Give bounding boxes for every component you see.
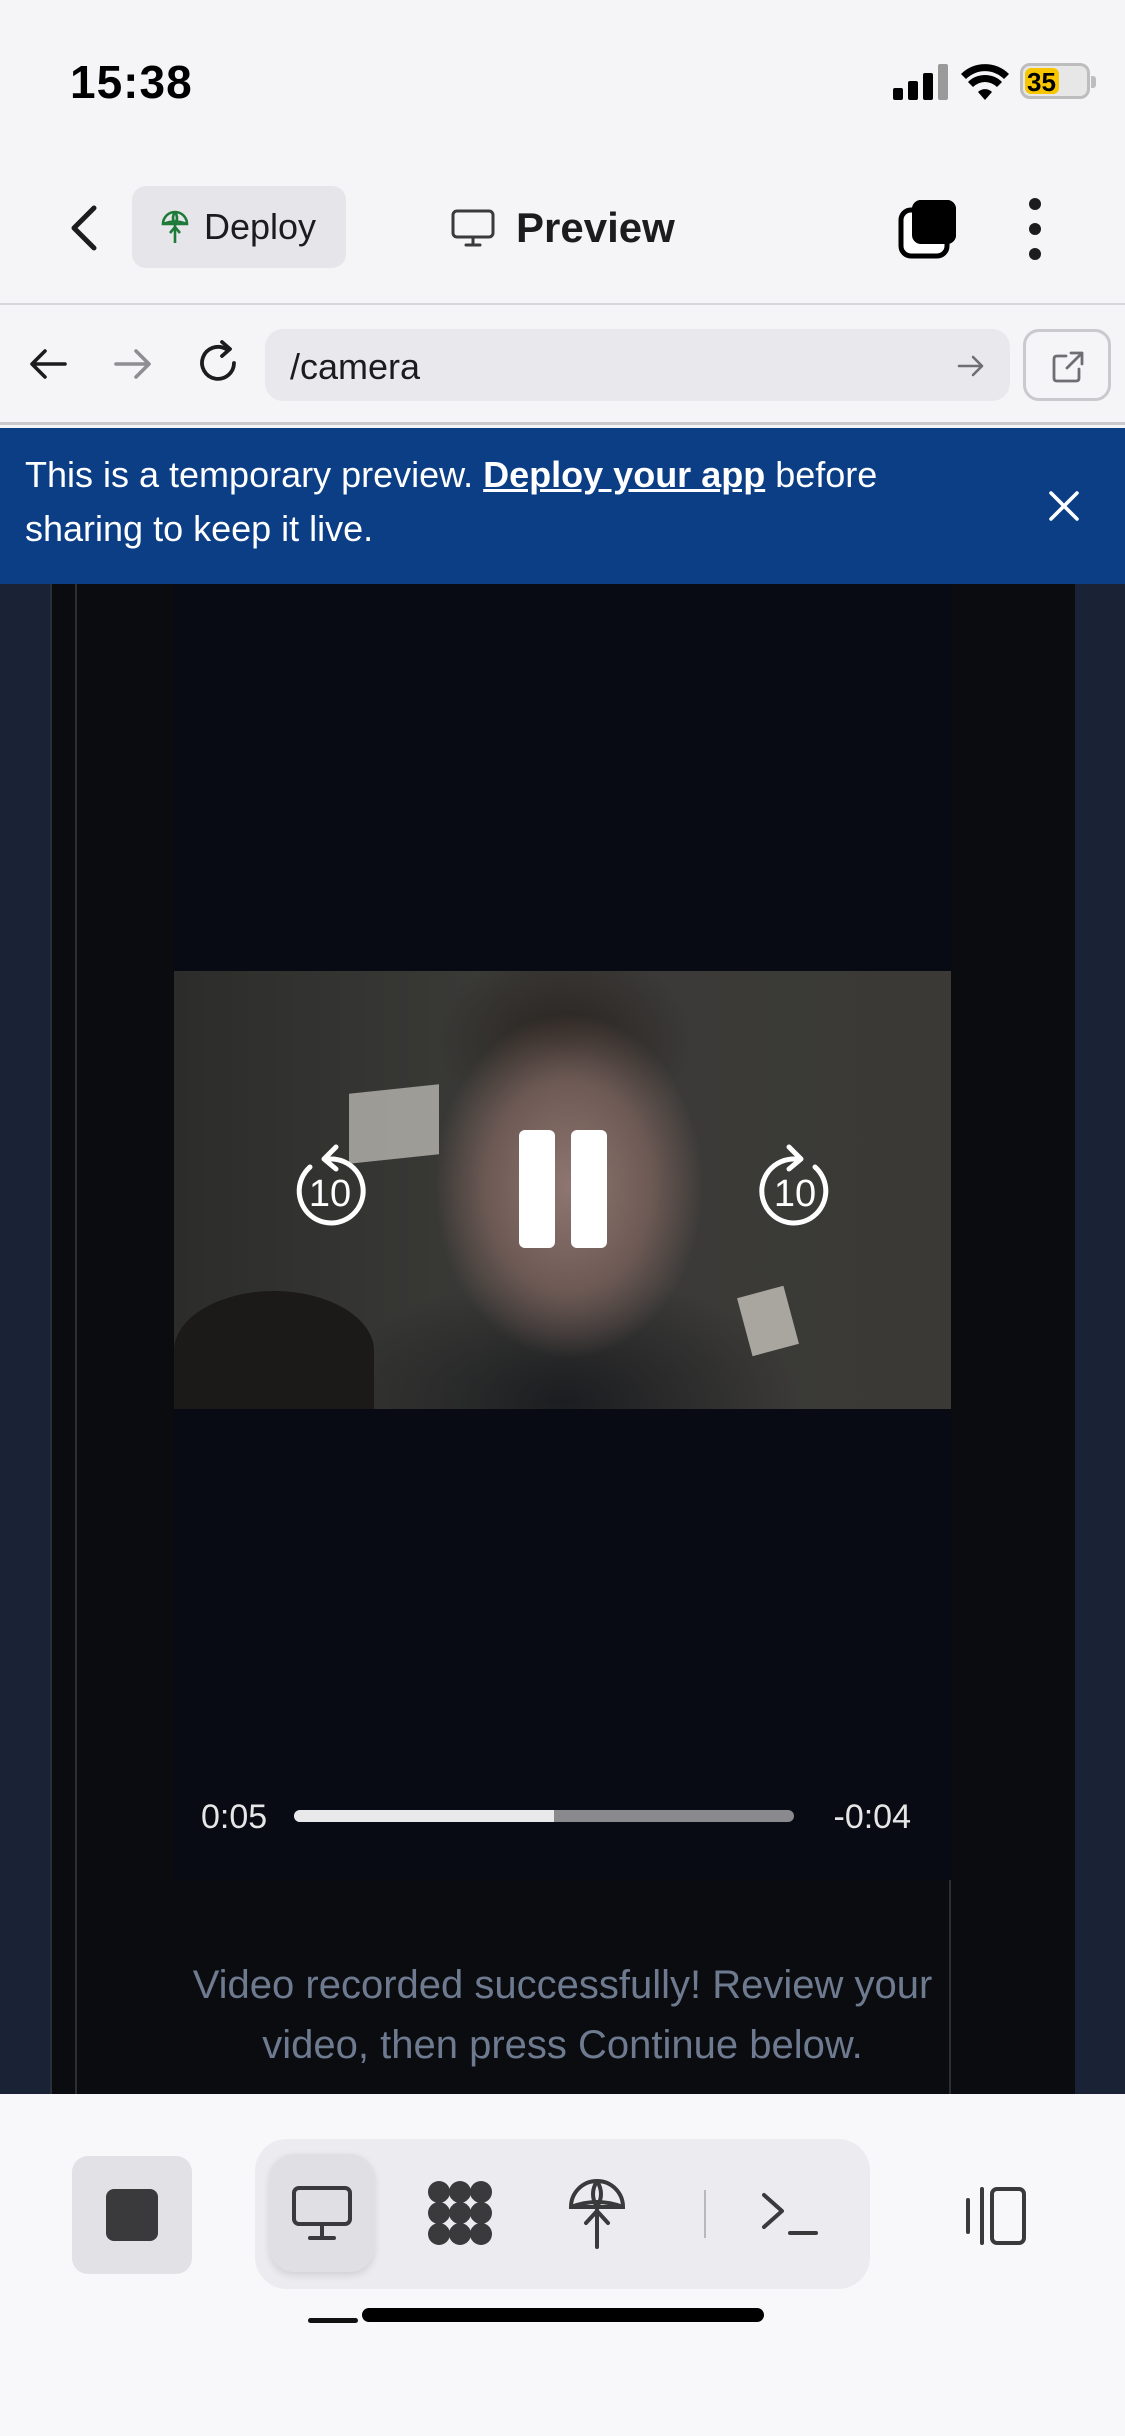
battery-icon: 35 (1020, 63, 1096, 99)
back-chevron-icon[interactable] (60, 200, 110, 256)
reload-icon[interactable] (192, 337, 244, 389)
open-external-button[interactable] (1023, 329, 1111, 401)
forward-label: 10 (773, 1173, 817, 1215)
status-message: Video recorded successfully! Review your… (192, 1963, 933, 2067)
external-link-icon (1052, 351, 1084, 383)
url-text: /camera (290, 346, 421, 387)
desktop-icon (292, 2186, 352, 2240)
stop-button[interactable] (72, 2156, 192, 2274)
browser-toolbar: /camera (0, 307, 1125, 425)
preview-label: Preview (516, 204, 675, 251)
rewind-label: 10 (308, 1173, 352, 1215)
stop-icon (106, 2189, 158, 2241)
browser-back-icon[interactable] (25, 341, 71, 387)
go-arrow-icon[interactable] (954, 349, 988, 383)
terminal-icon (762, 2193, 818, 2235)
wifi-icon (961, 64, 1009, 100)
temporary-preview-banner: This is a temporary preview. Deploy your… (0, 428, 1125, 584)
status-time: 15:38 (70, 56, 193, 108)
deploy-view-tab[interactable] (545, 2154, 649, 2272)
bottom-toolbar (0, 2094, 1125, 2436)
deploy-app-link[interactable]: Deploy your app (483, 454, 765, 495)
forward-10-button[interactable]: 10 (753, 1143, 837, 1231)
pause-button[interactable] (517, 1130, 607, 1250)
deploy-tab-icon (568, 2179, 626, 2249)
progress-slider[interactable] (294, 1810, 794, 1822)
remaining-time: -0:04 (833, 1798, 912, 1836)
battery-level: 35 (1027, 67, 1056, 97)
status-bar: 15:38 35 (0, 0, 1125, 150)
workspace-icon (428, 2181, 492, 2245)
more-vertical-icon[interactable] (1020, 196, 1050, 262)
home-indicator (362, 2308, 764, 2322)
terminal-view-tab[interactable] (738, 2154, 842, 2272)
close-icon[interactable] (1042, 484, 1086, 528)
progress-played (294, 1810, 554, 1822)
tabs-icon[interactable] (898, 198, 960, 260)
banner-text-before: This is a temporary preview. (25, 454, 484, 495)
panel-icon[interactable] (958, 2186, 1028, 2246)
deploy-button[interactable]: Deploy (132, 186, 346, 268)
active-indicator (308, 2318, 358, 2323)
video-timeline: 0:05 -0:04 (174, 1790, 951, 1840)
rewind-10-button[interactable]: 10 (288, 1143, 372, 1231)
deploy-icon (161, 210, 189, 243)
preview-title[interactable]: Preview (450, 200, 675, 256)
browser-forward-icon[interactable] (110, 341, 156, 387)
banner-text: This is a temporary preview. Deploy your… (25, 448, 985, 556)
workspace-view-tab[interactable] (408, 2154, 512, 2272)
url-input[interactable]: /camera (265, 329, 1010, 401)
desktop-view-tab[interactable] (270, 2154, 374, 2272)
current-time: 0:05 (201, 1798, 268, 1836)
app-preview-area (0, 584, 1125, 2094)
cellular-signal-icon (893, 64, 948, 100)
monitor-icon (451, 209, 495, 247)
toolbar-divider (704, 2190, 706, 2238)
view-switcher (255, 2139, 870, 2289)
deploy-label: Deploy (204, 206, 317, 247)
pause-icon (519, 1130, 555, 1248)
app-header: Deploy Preview (0, 150, 1125, 305)
